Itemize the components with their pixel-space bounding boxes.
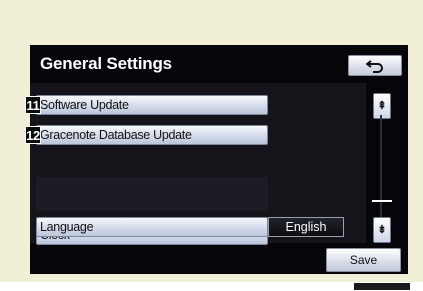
scroll-position-indicator: [372, 200, 392, 202]
settings-screen: General Settings 11 Software Update 12 G…: [25, 45, 408, 274]
language-button[interactable]: Language: [36, 217, 268, 237]
scroll-up-button[interactable]: ⇞: [373, 93, 391, 119]
return-arrow-icon: [366, 59, 383, 73]
software-update-button[interactable]: 11 Software Update: [25, 95, 268, 115]
callout-number: 12: [25, 126, 41, 144]
scroll-down-button[interactable]: ⇟: [373, 217, 391, 243]
empty-list-slot: [36, 177, 268, 211]
scroll-track-line: [380, 115, 382, 223]
image-reference-tag: [354, 283, 410, 290]
gracenote-update-button[interactable]: 12 Gracenote Database Update: [25, 125, 268, 145]
language-label: Language: [40, 220, 94, 234]
gracenote-update-label: Gracenote Database Update: [40, 128, 192, 142]
callout-number: 11: [25, 96, 41, 114]
save-button[interactable]: Save: [326, 248, 401, 272]
language-value: English: [268, 217, 344, 237]
display-frame: General Settings 11 Software Update 12 G…: [0, 0, 423, 282]
software-update-label: Software Update: [40, 98, 129, 112]
page-title: General Settings: [40, 54, 172, 73]
scroll-down-icon: ⇟: [377, 223, 387, 236]
scrollbar[interactable]: ⇞ ⇟: [368, 83, 398, 243]
scroll-up-icon: ⇞: [377, 99, 387, 112]
back-button[interactable]: [348, 55, 402, 76]
